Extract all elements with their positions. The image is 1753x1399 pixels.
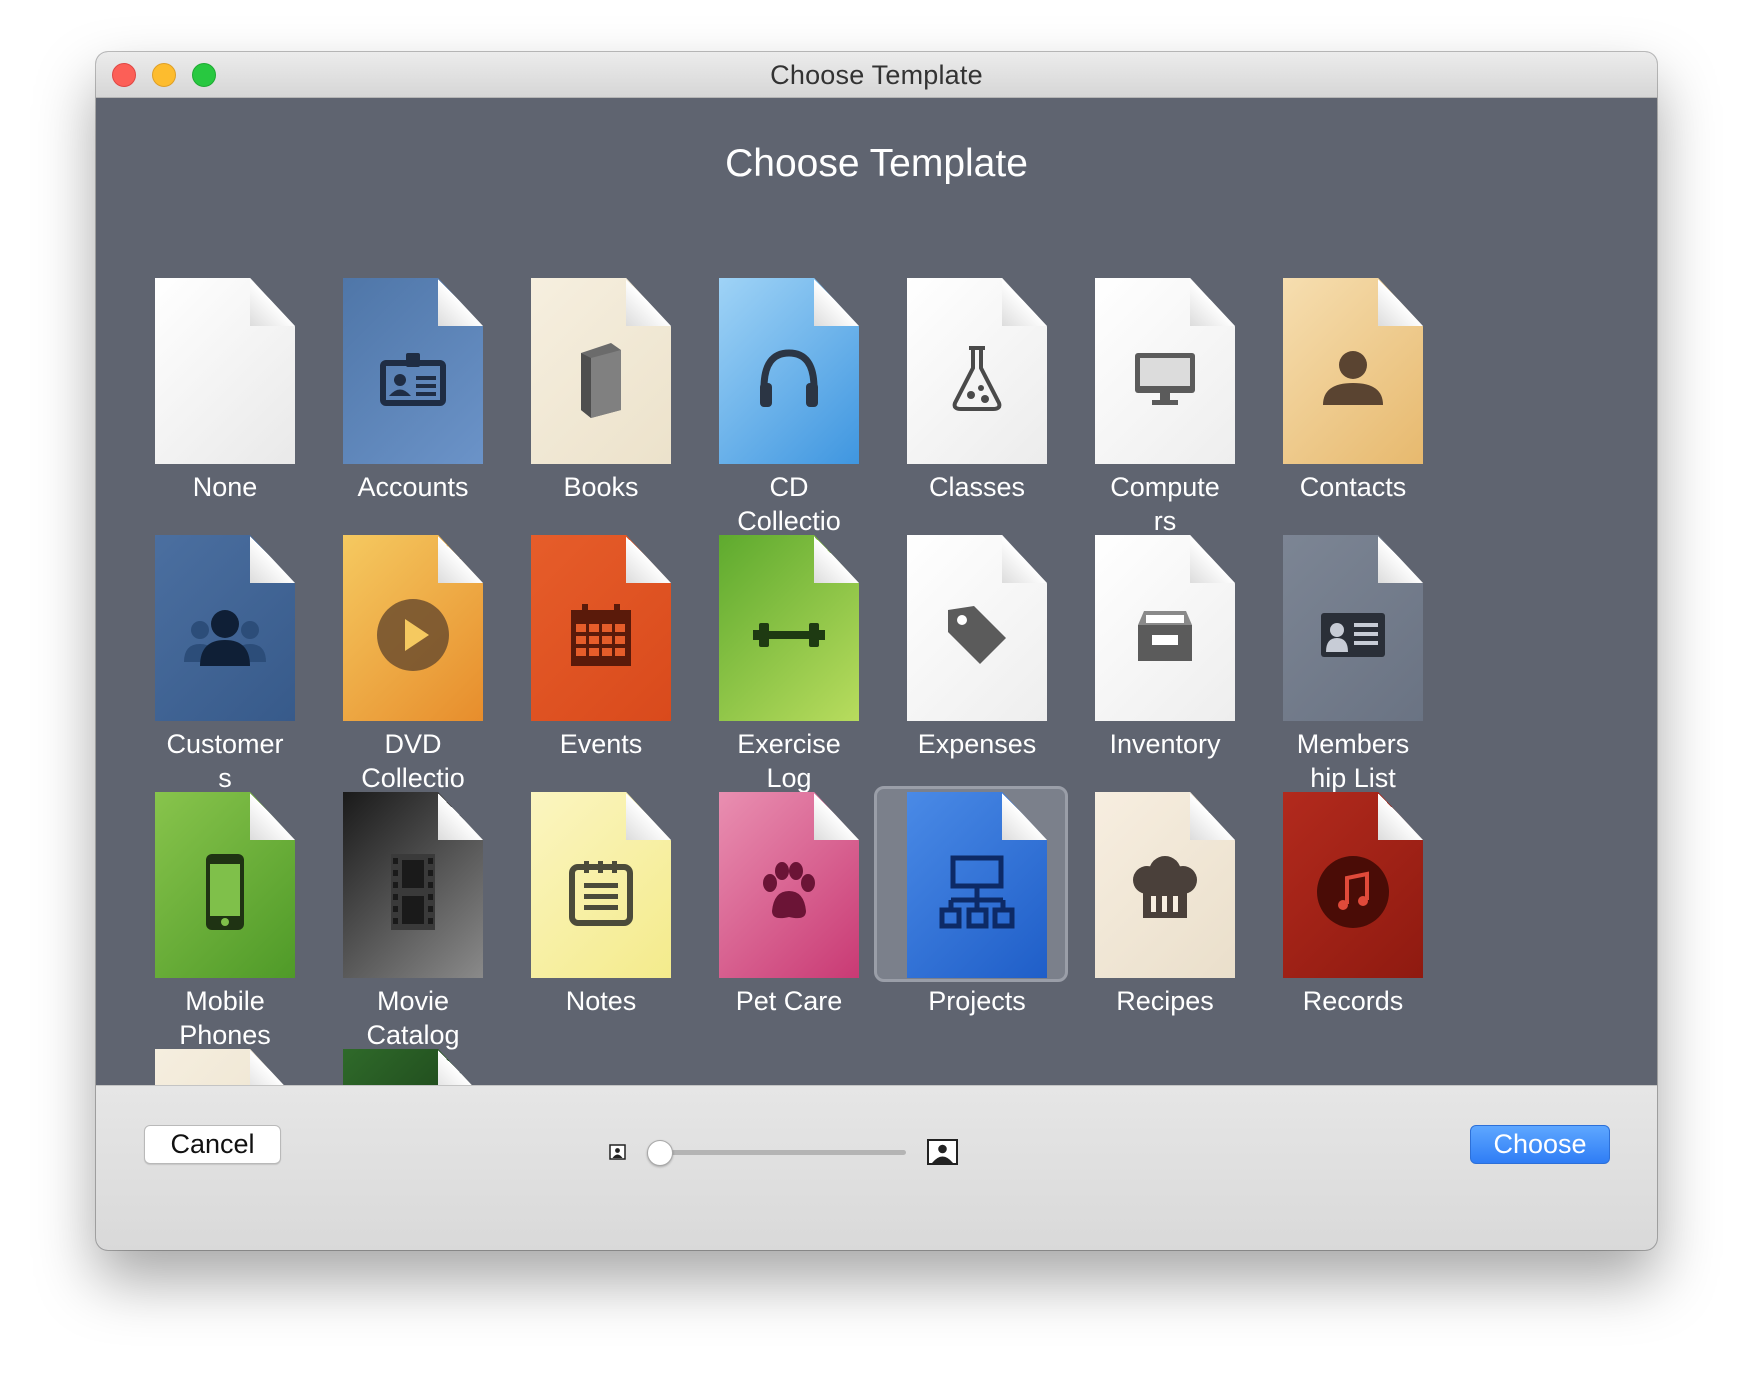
page-fold-icon [438,1049,483,1085]
template-label: Mobile Phones [179,986,271,1050]
notepad-icon [531,842,671,942]
calendar-icon [531,585,671,685]
small-photo-icon [609,1144,626,1160]
people-group-icon [155,585,295,685]
template-label: Pet Care [735,986,843,1016]
flask-icon [907,328,1047,428]
headphones-icon [719,328,859,428]
template-label: Movie Catalog [366,986,460,1050]
inbox-tray-icon [1095,585,1235,685]
template-label: None [192,472,258,502]
page-fold-icon [1002,792,1047,840]
template-label: Notes [565,986,637,1016]
title-bar: Choose Template [96,52,1657,98]
mobile-phone-icon [155,842,295,942]
template-label: Accounts [357,472,469,502]
template-label: Exercise Log [737,729,841,793]
page-fold-icon [438,792,483,840]
template-label: Classes [928,472,1026,502]
page-fold-icon [438,535,483,583]
page-fold-icon [1002,535,1047,583]
cancel-button[interactable]: Cancel [144,1125,281,1164]
person-silhouette-icon [1283,328,1423,428]
template-label: Projects [928,986,1026,1016]
id-card-icon [343,328,483,428]
bottom-toolbar: Cancel Choose [96,1085,1657,1250]
choose-button[interactable]: Choose [1470,1125,1610,1164]
page-fold-icon [1190,792,1235,840]
page-fold-icon [1378,278,1423,326]
template-label: Members hip List [1296,729,1410,793]
project-diagram-icon [907,842,1047,942]
page-fold-icon [1190,278,1235,326]
page-fold-icon [1190,535,1235,583]
page-fold-icon [814,278,859,326]
template-label: Inventory [1109,729,1221,759]
page-title: Choose Template [725,142,1028,185]
large-photo-icon [927,1139,958,1165]
template-label: Records [1302,986,1404,1016]
page-fold-icon [1002,278,1047,326]
template-label: Customer s [166,729,284,793]
film-strip-icon [343,842,483,942]
blank-document-icon [155,328,295,428]
page-fold-icon [438,278,483,326]
paw-print-icon [719,842,859,942]
page-fold-icon [250,535,295,583]
page-fold-icon [814,792,859,840]
template-label: Books [563,472,639,502]
page-fold-icon [626,792,671,840]
page-fold-icon [1378,535,1423,583]
page-fold-icon [250,278,295,326]
icon-size-slider-knob[interactable] [647,1140,673,1166]
page-fold-icon [1378,792,1423,840]
price-tag-icon [907,585,1047,685]
play-disc-icon [343,585,483,685]
page-fold-icon [250,792,295,840]
template-label: Events [559,729,643,759]
template-label: Recipes [1116,986,1214,1016]
template-label: Contacts [1299,472,1407,502]
choose-template-window: Choose Template Choose Template None Acco… [96,52,1657,1250]
page-fold-icon [814,535,859,583]
member-card-icon [1283,585,1423,685]
page-fold-icon [626,535,671,583]
computer-monitor-icon [1095,328,1235,428]
template-label: Compute rs [1110,472,1220,536]
template-label: CD Collectio [737,472,841,536]
page-fold-icon [626,278,671,326]
music-record-icon [1283,842,1423,942]
icon-size-slider-track[interactable] [656,1150,906,1155]
chef-hat-icon [1095,842,1235,942]
template-gallery: Choose Template None Accounts Books CD Coll… [96,98,1657,1085]
dumbbell-icon [719,585,859,685]
window-title: Choose Template [770,60,983,90]
book-icon [531,328,671,428]
template-label: Expenses [917,729,1037,759]
page-fold-icon [250,1049,295,1085]
template-label: DVD Collectio [361,729,465,793]
